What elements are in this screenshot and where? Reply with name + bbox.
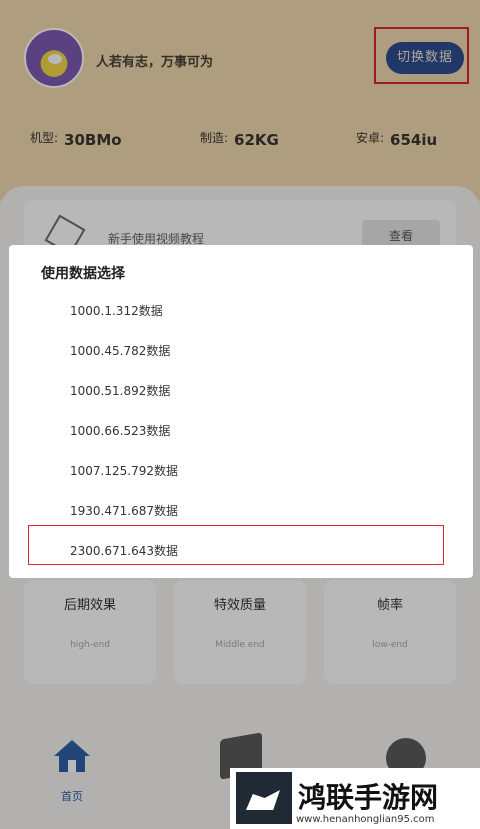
watermark-title: 鸿联手游网 bbox=[298, 781, 439, 814]
data-option-highlighted[interactable]: 2300.671.643数据 bbox=[70, 542, 178, 559]
dialog-title: 使用数据选择 bbox=[41, 266, 125, 282]
data-option[interactable]: 1000.45.782数据 bbox=[70, 342, 170, 359]
data-option[interactable]: 1930.471.687数据 bbox=[70, 502, 178, 519]
data-option[interactable]: 1000.1.312数据 bbox=[70, 302, 163, 319]
watermark-logo-icon bbox=[236, 772, 292, 824]
data-option[interactable]: 1007.125.792数据 bbox=[70, 462, 178, 479]
data-option[interactable]: 1000.66.523数据 bbox=[70, 422, 170, 439]
data-option[interactable]: 1000.51.892数据 bbox=[70, 382, 170, 399]
watermark-url: www.henanhonglian95.com bbox=[296, 814, 435, 825]
